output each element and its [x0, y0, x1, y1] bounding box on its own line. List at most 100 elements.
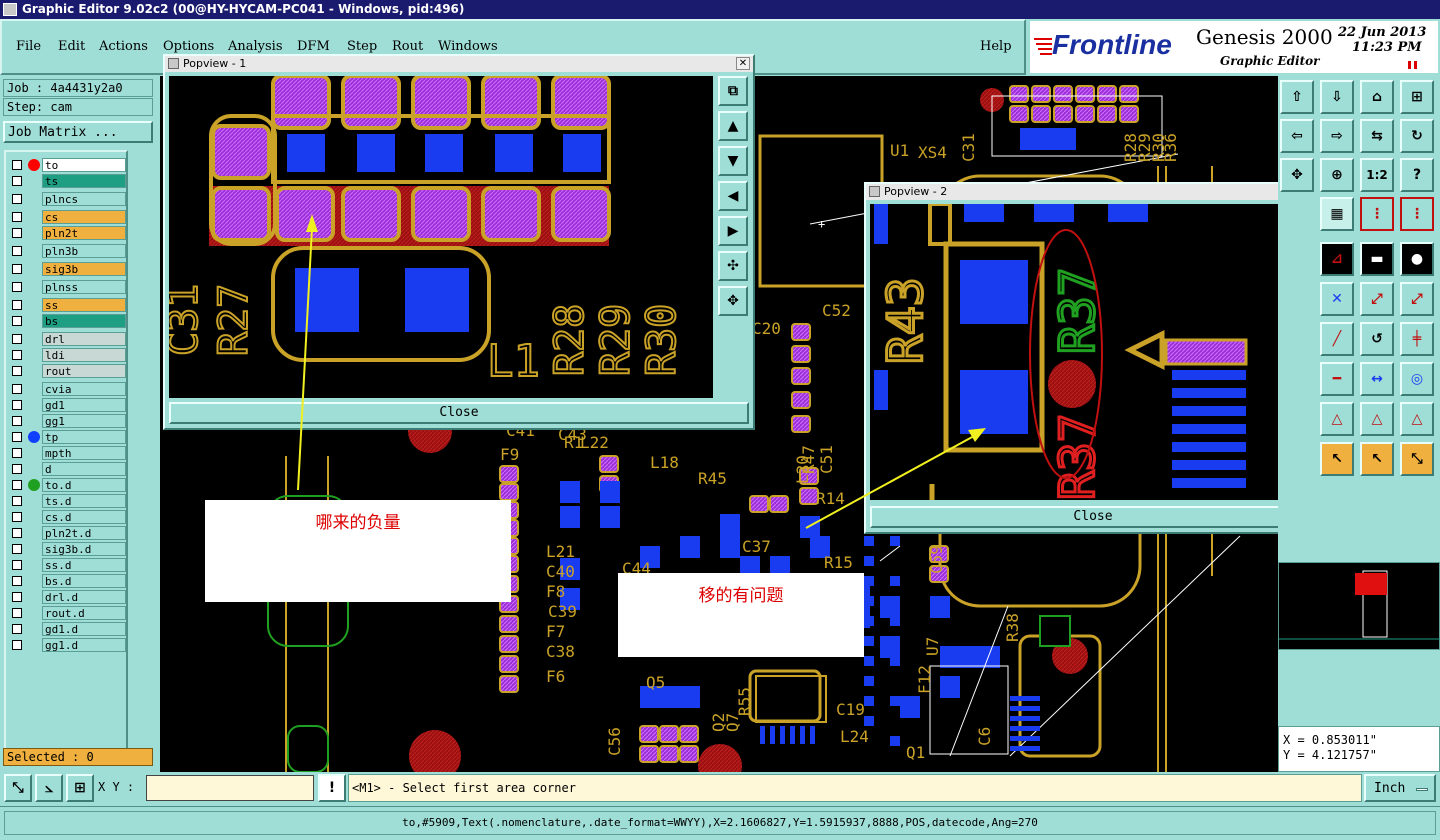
warning-icon[interactable]: !: [318, 774, 346, 802]
layer-checkbox[interactable]: [12, 194, 22, 204]
menu-file[interactable]: File: [16, 39, 41, 54]
layer-checkbox[interactable]: [12, 560, 22, 570]
layer-row[interactable]: bs.d: [8, 574, 126, 588]
tool-grid-icon[interactable]: ▦: [1320, 197, 1354, 231]
layer-row[interactable]: gd1: [8, 398, 126, 412]
tool-ruler-icon[interactable]: ▬: [1360, 242, 1394, 276]
xy-input[interactable]: [146, 775, 314, 801]
layer-checkbox[interactable]: [12, 334, 22, 344]
menu-rout[interactable]: Rout: [392, 39, 423, 54]
menu-help[interactable]: Help: [980, 39, 1012, 54]
tool-arc-icon[interactable]: ↺: [1360, 322, 1394, 356]
layer-row[interactable]: ss.d: [8, 558, 126, 572]
layer-checkbox[interactable]: [12, 384, 22, 394]
layer-row[interactable]: pln2t: [8, 226, 126, 240]
layer-checkbox[interactable]: [12, 592, 22, 602]
tool-triangle3-icon[interactable]: △: [1400, 402, 1434, 436]
layer-checkbox[interactable]: [12, 246, 22, 256]
tool-line2-icon[interactable]: ⤢: [1400, 282, 1434, 316]
layer-row[interactable]: drl: [8, 332, 126, 346]
layer-row[interactable]: tp: [8, 430, 126, 444]
layer-row[interactable]: cvia: [8, 382, 126, 396]
popview-1-tool-3-icon[interactable]: ▼: [718, 146, 748, 176]
popview-1-tool-6-icon[interactable]: ✣: [718, 251, 748, 281]
layer-checkbox[interactable]: [12, 300, 22, 310]
layer-checkbox[interactable]: [12, 212, 22, 222]
tool-center-icon[interactable]: ⊕: [1320, 158, 1354, 192]
layer-row[interactable]: pln3b: [8, 244, 126, 258]
tool-line-icon[interactable]: ⤢: [1360, 282, 1394, 316]
menu-dfm[interactable]: DFM: [297, 39, 330, 54]
layer-checkbox[interactable]: [12, 640, 22, 650]
tool-zoom-down-icon[interactable]: ⇩: [1320, 80, 1354, 114]
tool-fit-icon[interactable]: ✥: [1280, 158, 1314, 192]
layer-checkbox[interactable]: [12, 576, 22, 586]
popview-1-tool-1-icon[interactable]: ⧉: [718, 76, 748, 106]
units-dropdown[interactable]: Inch: [1364, 774, 1436, 802]
layer-row[interactable]: ts: [8, 174, 126, 188]
tool-net2-icon[interactable]: ⋮: [1400, 197, 1434, 231]
layer-row[interactable]: to: [8, 158, 126, 172]
layer-row[interactable]: ldi: [8, 348, 126, 362]
tool-triangle-icon[interactable]: △: [1320, 402, 1354, 436]
layer-checkbox[interactable]: [12, 432, 22, 442]
tool-help-icon[interactable]: ?: [1400, 158, 1434, 192]
tool-swap-icon[interactable]: ⇆: [1360, 119, 1394, 153]
layer-row[interactable]: rout: [8, 364, 126, 378]
tool-net-icon[interactable]: ⋮: [1360, 197, 1394, 231]
layer-checkbox[interactable]: [12, 350, 22, 360]
tool-window-icon[interactable]: ⊞: [1400, 80, 1434, 114]
overview-map[interactable]: [1278, 562, 1440, 650]
popview-1-canvas[interactable]: C31 R27 R28 R29 R30 L1: [169, 76, 713, 398]
tool-zoom-up-icon[interactable]: ⇧: [1280, 80, 1314, 114]
tool-triangle2-icon[interactable]: △: [1360, 402, 1394, 436]
layer-row[interactable]: plnss: [8, 280, 126, 294]
layer-row[interactable]: pln2t.d: [8, 526, 126, 540]
popview-1-menu-icon[interactable]: [168, 58, 179, 69]
layer-checkbox[interactable]: [12, 366, 22, 376]
tool-select-rect-icon[interactable]: ⊿: [1320, 242, 1354, 276]
menu-analysis[interactable]: Analysis: [228, 39, 283, 54]
popview-2-menu-icon[interactable]: [869, 186, 880, 197]
layer-row[interactable]: cs: [8, 210, 126, 224]
layer-row[interactable]: mpth: [8, 446, 126, 460]
layer-checkbox[interactable]: [12, 608, 22, 618]
snap-grid-icon[interactable]: ⊞: [66, 774, 94, 802]
layer-row[interactable]: to.d: [8, 478, 126, 492]
zoom-box-icon[interactable]: ⤡: [4, 774, 32, 802]
job-matrix-button[interactable]: Job Matrix ...: [3, 121, 153, 143]
tool-measure-icon[interactable]: ↔: [1360, 362, 1394, 396]
popview-1-close-x-icon[interactable]: ✕: [736, 57, 750, 70]
tool-slash-icon[interactable]: ╱: [1320, 322, 1354, 356]
popview-1-tool-5-icon[interactable]: ▶: [718, 216, 748, 246]
layer-row[interactable]: plncs: [8, 192, 126, 206]
menu-step[interactable]: Step: [347, 39, 377, 54]
layer-checkbox[interactable]: [12, 624, 22, 634]
tool-pointer-icon[interactable]: ↖: [1320, 442, 1354, 476]
layer-checkbox[interactable]: [12, 264, 22, 274]
layer-checkbox[interactable]: [12, 228, 22, 238]
layer-checkbox[interactable]: [12, 176, 22, 186]
menu-windows[interactable]: Windows: [438, 39, 498, 54]
layer-row[interactable]: gd1.d: [8, 622, 126, 636]
layer-row[interactable]: cs.d: [8, 510, 126, 524]
popview-1-close-button[interactable]: Close: [169, 402, 749, 424]
tool-split-icon[interactable]: ╪: [1400, 322, 1434, 356]
layer-checkbox[interactable]: [12, 528, 22, 538]
popview-1-tool-2-icon[interactable]: ▲: [718, 111, 748, 141]
layer-checkbox[interactable]: [12, 160, 22, 170]
layer-row[interactable]: d: [8, 462, 126, 476]
layer-row[interactable]: bs: [8, 314, 126, 328]
popview-1-tool-7-icon[interactable]: ✥: [718, 286, 748, 316]
layer-checkbox[interactable]: [12, 448, 22, 458]
tool-scale-icon[interactable]: 1:2: [1360, 158, 1394, 192]
layer-row[interactable]: ss: [8, 298, 126, 312]
popview-2-close-button[interactable]: Close: [870, 506, 1316, 528]
layer-checkbox[interactable]: [12, 400, 22, 410]
layer-row[interactable]: gg1: [8, 414, 126, 428]
layer-row[interactable]: ts.d: [8, 494, 126, 508]
tool-route-icon[interactable]: ⤡: [1400, 442, 1434, 476]
layer-checkbox[interactable]: [12, 496, 22, 506]
zoom-angle-icon[interactable]: ⦣: [35, 774, 63, 802]
tool-shapes-icon[interactable]: ◎: [1400, 362, 1434, 396]
